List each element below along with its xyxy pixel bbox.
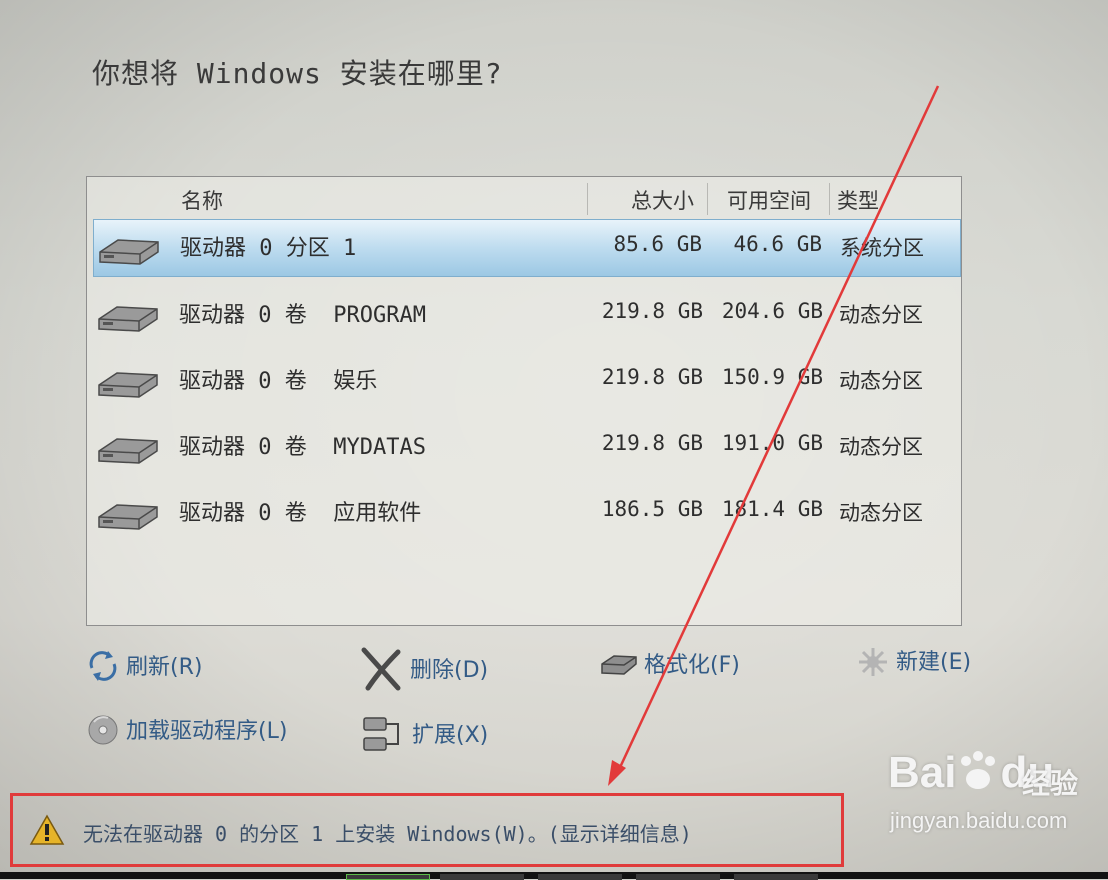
warning-highlight-box: 无法在驱动器 0 的分区 1 上安装 Windows(W)。(显示详细信息) — [10, 793, 844, 867]
table-row-selected[interactable]: 驱动器 0 分区 1 85.6 GB 46.6 GB 系统分区 — [93, 219, 961, 277]
load-driver-label: 加载驱动程序(L) — [126, 719, 288, 744]
row-type: 动态分区 — [839, 435, 923, 459]
table-row[interactable]: 驱动器 0 卷 娱乐 219.8 GB 150.9 GB 动态分区 — [93, 353, 961, 411]
taskbar-item[interactable] — [636, 874, 720, 880]
drive-icon — [99, 239, 159, 265]
format-label: 格式化(F) — [644, 653, 740, 678]
extend-button[interactable]: 扩展(X) — [360, 710, 488, 756]
row-size: 219.8 GB — [601, 365, 703, 389]
column-separator — [587, 183, 588, 215]
column-header-size[interactable]: 总大小 — [631, 185, 694, 215]
row-type: 动态分区 — [839, 501, 923, 525]
extend-label: 扩展(X) — [412, 723, 489, 748]
drive-icon — [98, 306, 158, 332]
drive-icon — [98, 504, 158, 530]
row-free: 150.9 GB — [721, 365, 823, 389]
new-button[interactable]: 新建(E) — [856, 642, 971, 678]
baidu-watermark: Bai du 经验 jingyan.baidu.com — [888, 748, 1098, 848]
new-sparkle-icon — [859, 648, 887, 676]
load-driver-button[interactable]: 加载驱动程序(L) — [86, 712, 287, 746]
warning-message-link[interactable]: 无法在驱动器 0 的分区 1 上安装 Windows(W)。(显示详细信息) — [83, 818, 692, 847]
column-header-type[interactable]: 类型 — [837, 185, 879, 215]
column-header-name[interactable]: 名称 — [181, 185, 223, 215]
paw-icon — [956, 749, 1000, 793]
refresh-label: 刷新(R) — [126, 655, 203, 680]
row-type: 动态分区 — [839, 369, 923, 393]
row-free: 46.6 GB — [733, 232, 822, 256]
format-drive-icon — [601, 655, 637, 675]
row-name: 驱动器 0 卷 PROGRAM — [179, 303, 426, 328]
row-free: 204.6 GB — [721, 299, 823, 323]
row-size: 219.8 GB — [601, 431, 703, 455]
page-title: 你想将 Windows 安装在哪里? — [92, 57, 503, 90]
watermark-url: jingyan.baidu.com — [890, 808, 1068, 833]
table-row[interactable]: 驱动器 0 卷 MYDATAS 219.8 GB 191.0 GB 动态分区 — [93, 419, 961, 477]
row-name: 驱动器 0 卷 MYDATAS — [179, 435, 426, 460]
row-free: 181.4 GB — [721, 497, 823, 521]
taskbar-item[interactable] — [734, 874, 818, 880]
row-size: 219.8 GB — [601, 299, 703, 323]
new-label: 新建(E) — [896, 650, 972, 675]
list-header: 名称 总大小 可用空间 类型 — [87, 177, 961, 217]
row-size: 85.6 GB — [613, 232, 702, 256]
taskbar-item[interactable] — [346, 874, 430, 880]
row-type: 系统分区 — [840, 236, 924, 260]
delete-icon — [361, 647, 401, 691]
disc-icon — [88, 715, 118, 745]
column-header-free[interactable]: 可用空间 — [727, 185, 811, 215]
taskbar-item[interactable] — [440, 874, 524, 880]
refresh-button[interactable]: 刷新(R) — [86, 648, 202, 682]
delete-button[interactable]: 删除(D) — [360, 644, 488, 692]
row-name: 驱动器 0 分区 1 — [180, 236, 357, 261]
row-free: 191.0 GB — [721, 431, 823, 455]
format-button[interactable]: 格式化(F) — [600, 646, 740, 680]
refresh-icon — [89, 651, 117, 681]
taskbar-item[interactable] — [538, 874, 622, 880]
drive-icon — [98, 438, 158, 464]
drive-icon — [98, 372, 158, 398]
extend-icon — [363, 717, 399, 751]
delete-label: 删除(D) — [410, 658, 489, 683]
table-row[interactable]: 驱动器 0 卷 PROGRAM 219.8 GB 204.6 GB 动态分区 — [93, 287, 961, 345]
row-name: 驱动器 0 卷 应用软件 — [179, 501, 422, 526]
row-name: 驱动器 0 卷 娱乐 — [179, 369, 378, 394]
row-size: 186.5 GB — [601, 497, 703, 521]
taskbar — [0, 872, 1108, 880]
table-row[interactable]: 驱动器 0 卷 应用软件 186.5 GB 181.4 GB 动态分区 — [93, 485, 961, 543]
partition-list[interactable]: 名称 总大小 可用空间 类型 驱动器 0 分区 1 85.6 GB 46.6 G… — [86, 176, 962, 626]
column-separator — [829, 183, 830, 215]
watermark-site: 经验 — [1022, 767, 1079, 800]
column-separator — [707, 183, 708, 215]
row-type: 动态分区 — [839, 303, 923, 327]
warning-icon — [29, 814, 65, 845]
